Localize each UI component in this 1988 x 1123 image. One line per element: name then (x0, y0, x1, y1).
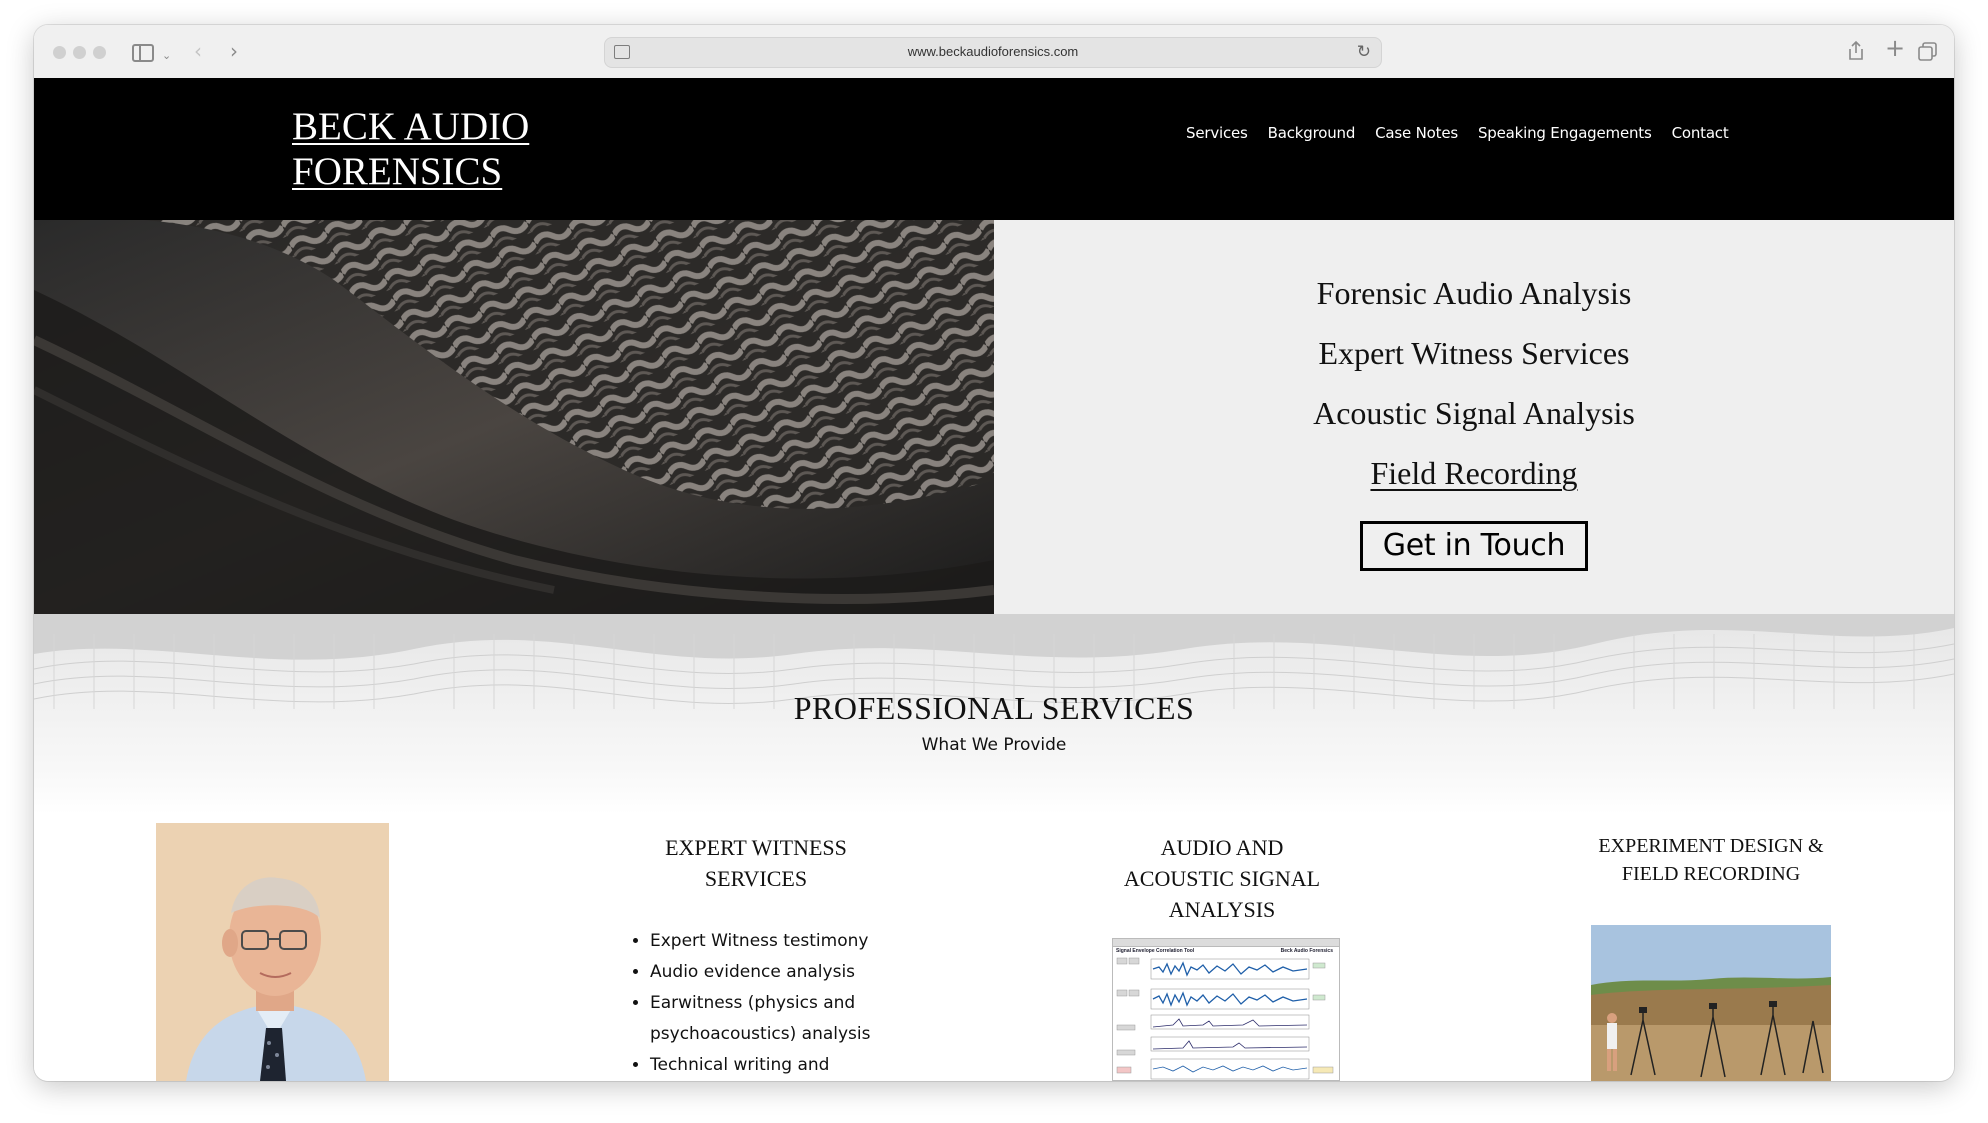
chevron-down-icon[interactable]: ⌄ (162, 46, 171, 66)
title-line: FIELD RECORDING (1621, 863, 1801, 885)
list-item: Audio evidence analysis (650, 957, 910, 988)
reload-icon[interactable]: ↻ (1357, 42, 1371, 62)
experiment-design-title: EXPERIMENT DESIGN & FIELD RECORDING (1561, 832, 1861, 888)
waveform-plots (1116, 957, 1334, 1080)
expert-witness-bullet-list: Expert Witness testimony Audio evidence … (622, 926, 910, 1081)
logo-line-2: FORENSICS (292, 150, 503, 193)
browser-toolbar: ⌄ ‹ › www.beckaudioforensics.com ↻ + (34, 25, 1954, 79)
address-bar[interactable]: www.beckaudioforensics.com ↻ (604, 37, 1382, 68)
consultant-portrait-photo (156, 823, 389, 1081)
signal-tool-screenshot: Signal Envelope Correlation Tool Beck Au… (1112, 938, 1340, 1081)
nav-case-notes[interactable]: Case Notes (1375, 124, 1458, 142)
browser-window: ⌄ ‹ › www.beckaudioforensics.com ↻ + BEC… (34, 25, 1954, 1081)
forward-arrow-icon[interactable]: › (230, 41, 238, 61)
field-recording-photo (1591, 925, 1831, 1081)
zoom-window-button[interactable] (93, 46, 106, 59)
title-line: SERVICES (704, 866, 808, 891)
hero-expert-witness-services: Expert Witness Services (1318, 335, 1630, 371)
minimize-window-button[interactable] (73, 46, 86, 59)
nav-services[interactable]: Services (1186, 124, 1248, 142)
list-item: Expert Witness testimony (650, 926, 910, 957)
expert-witness-services-title: EXPERT WITNESS SERVICES (616, 832, 896, 894)
title-line: AUDIO AND (1160, 835, 1284, 860)
logo-line-1: BECK AUDIO (292, 105, 530, 148)
nav-speaking-engagements[interactable]: Speaking Engagements (1478, 124, 1652, 142)
share-icon[interactable] (1846, 40, 1866, 62)
url-text: www.beckaudioforensics.com (907, 44, 1079, 59)
what-we-provide-subheading: What We Provide (921, 735, 1067, 755)
back-arrow-icon[interactable]: ‹ (194, 41, 202, 61)
title-line: ACOUSTIC SIGNAL (1123, 866, 1321, 891)
site-header: BECK AUDIO FORENSICS Services Background… (34, 78, 1954, 220)
thumb-title: Signal Envelope Correlation Tool (1116, 948, 1195, 954)
get-in-touch-button[interactable]: Get in Touch (1360, 521, 1588, 571)
title-line: ANALYSIS (1168, 897, 1276, 922)
nav-contact[interactable]: Contact (1672, 124, 1729, 142)
title-line: EXPERT WITNESS (665, 835, 847, 860)
hero-acoustic-signal-analysis: Acoustic Signal Analysis (1313, 395, 1635, 431)
new-tab-icon[interactable]: + (1885, 36, 1905, 60)
list-item: Technical writing and (650, 1050, 910, 1081)
tab-overview-icon[interactable] (1918, 42, 1938, 62)
hero-forensic-audio-analysis: Forensic Audio Analysis (1316, 275, 1632, 311)
nav-background[interactable]: Background (1268, 124, 1356, 142)
professional-services-heading: PROFESSIONAL SERVICES (793, 690, 1195, 726)
hero-field-recording-link[interactable]: Field Recording (994, 455, 1954, 492)
hero-panel: Forensic Audio Analysis Expert Witness S… (994, 220, 1954, 614)
close-window-button[interactable] (53, 46, 66, 59)
site-logo[interactable]: BECK AUDIO FORENSICS (292, 104, 529, 194)
main-nav: Services Background Case Notes Speaking … (1186, 124, 1729, 142)
thumb-titlebar (1113, 939, 1339, 947)
audio-acoustic-analysis-title: AUDIO AND ACOUSTIC SIGNAL ANALYSIS (1082, 832, 1362, 925)
title-line: EXPERIMENT DESIGN & (1598, 835, 1824, 857)
thumb-brand: Beck Audio Forensics (1280, 948, 1333, 954)
sidebar-toggle-icon[interactable] (132, 44, 154, 62)
hero-image (34, 220, 994, 614)
list-item: Earwitness (physics and psychoacoustics)… (650, 988, 910, 1050)
